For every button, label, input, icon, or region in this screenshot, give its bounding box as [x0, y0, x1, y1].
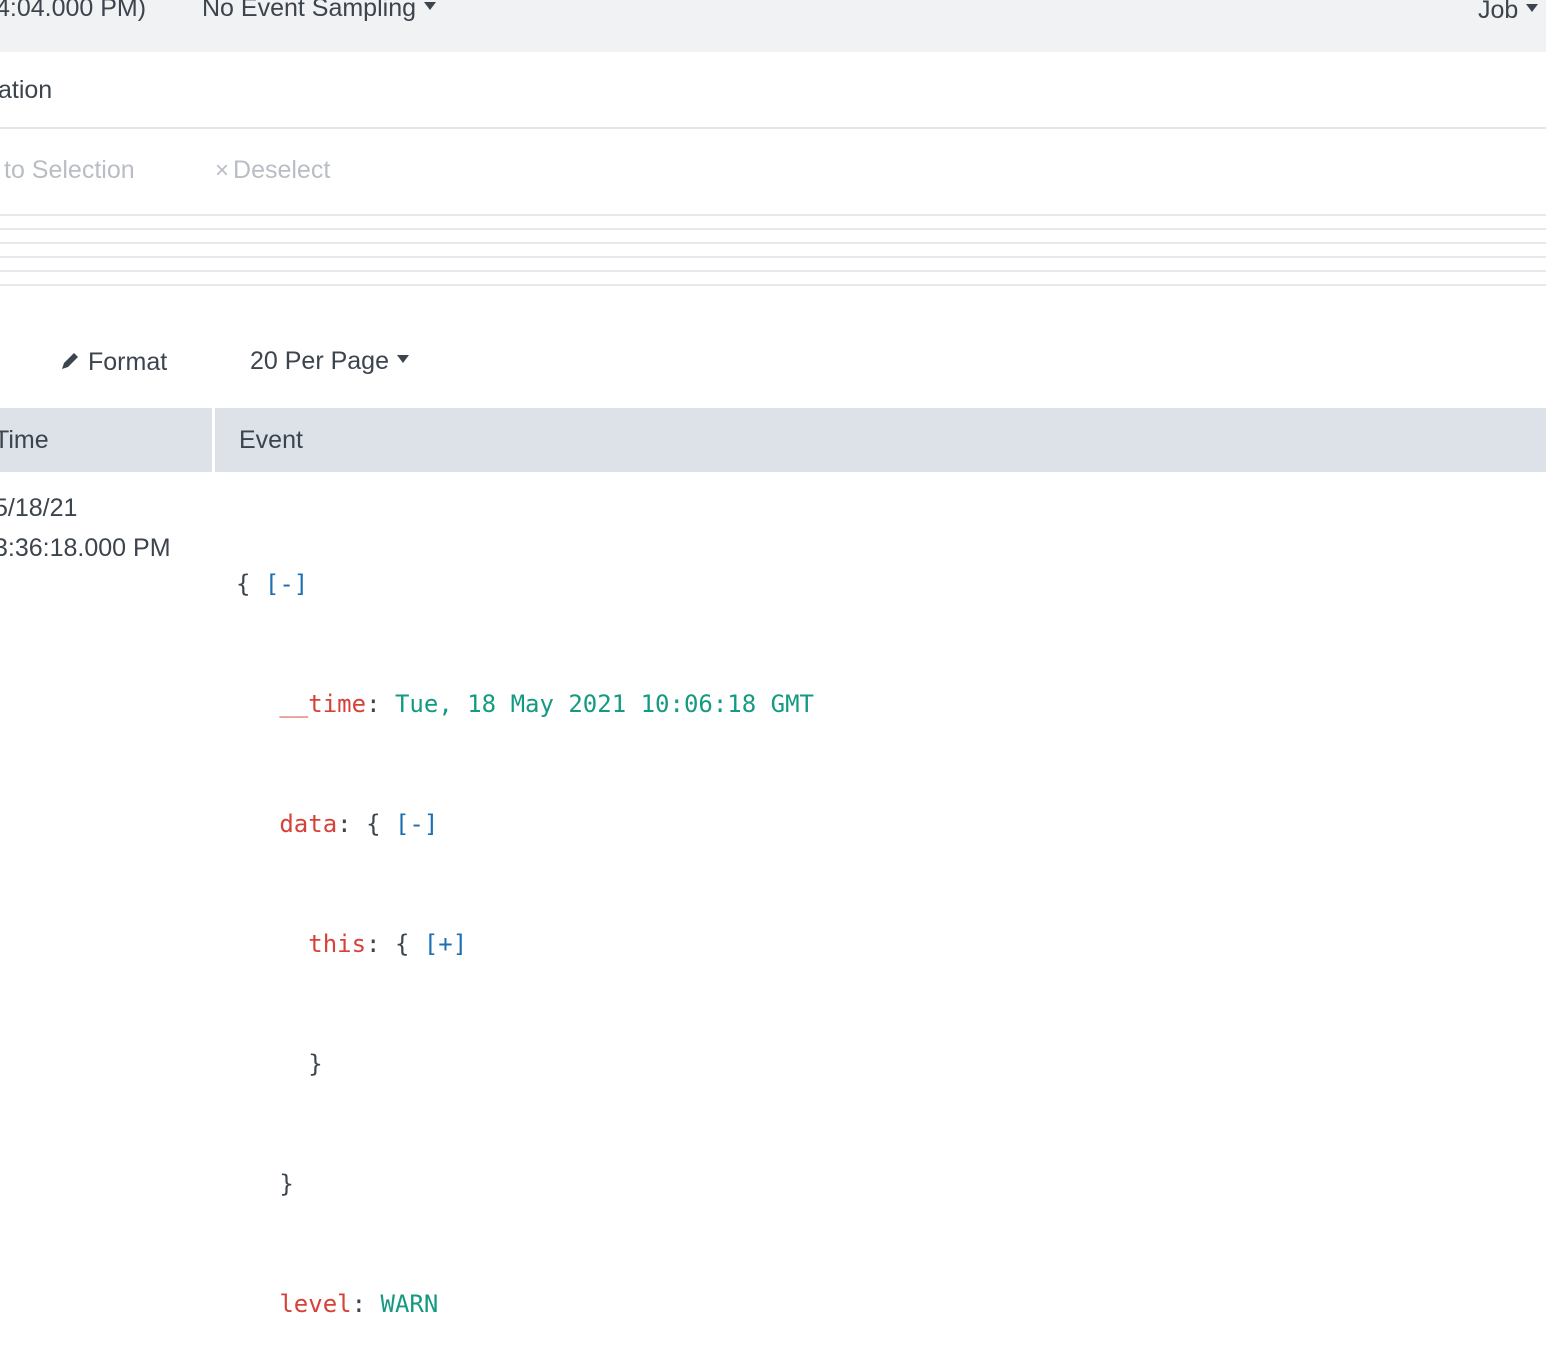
- json-open-brace: {: [236, 570, 251, 598]
- timeline-gridline: [0, 228, 1546, 230]
- timeline-gridline: [0, 242, 1546, 244]
- json-key-this[interactable]: this: [308, 930, 366, 958]
- json-open-brace: {: [394, 930, 410, 958]
- timeline-gridline: [0, 214, 1546, 216]
- timeline-format-row: ation: [0, 52, 1546, 129]
- column-divider[interactable]: [212, 408, 215, 472]
- json-value-time[interactable]: Tue, 18 May 2021 10:06:18 GMT: [395, 690, 814, 718]
- per-page-label: 20 Per Page: [250, 347, 389, 375]
- caret-down-icon: [397, 355, 409, 364]
- json-collapse-toggle[interactable]: [-]: [265, 570, 308, 598]
- json-close-brace: }: [308, 1050, 323, 1078]
- json-key-level[interactable]: level: [279, 1290, 351, 1318]
- job-menu-label: Job: [1478, 0, 1519, 24]
- event-json-viewer: { [-] __time: Tue, 18 May 2021 10:06:18 …: [236, 570, 814, 1318]
- time-date: 5/18/21: [0, 494, 78, 522]
- event-sampling-label: No Event Sampling: [202, 0, 417, 22]
- per-page-dropdown[interactable]: 20 Per Page: [250, 347, 409, 376]
- caret-down-icon: [424, 2, 437, 11]
- json-key-time[interactable]: __time: [279, 690, 366, 718]
- zoom-to-selection-button[interactable]: to Selection: [4, 156, 135, 185]
- timeline-gridline: [0, 270, 1546, 272]
- timeline-selection-actions: to Selection × Deselect: [0, 129, 1546, 215]
- json-close-brace: }: [279, 1170, 294, 1198]
- json-this-expand-toggle[interactable]: [+]: [424, 930, 467, 958]
- pencil-icon: [62, 353, 78, 370]
- event-column-header: Event: [239, 426, 303, 454]
- deselect-button[interactable]: × Deselect: [215, 156, 330, 185]
- json-value-level[interactable]: WARN: [381, 1290, 439, 1318]
- time-clock: 3:36:18.000 PM: [0, 534, 171, 562]
- time-cell: 5/18/21 3:36:18.000 PM: [0, 488, 171, 568]
- job-menu-button[interactable]: Job: [1478, 0, 1539, 25]
- json-data-collapse-toggle[interactable]: [-]: [395, 810, 438, 838]
- format-label: Format: [88, 348, 168, 376]
- caret-down-icon: [1526, 4, 1539, 13]
- timeline-gridline: [0, 284, 1546, 286]
- timeline-gridline: [0, 256, 1546, 258]
- close-icon: ×: [215, 157, 230, 184]
- event-sampling-dropdown[interactable]: No Event Sampling: [202, 0, 437, 23]
- deselect-label: Deselect: [233, 156, 331, 184]
- time-column-header[interactable]: Time: [0, 426, 49, 455]
- format-button[interactable]: Format: [60, 348, 167, 377]
- results-table-header: Time Event: [0, 408, 1546, 472]
- time-range-label: 4:04.000 PM): [0, 0, 147, 22]
- timeline-format-label[interactable]: ation: [0, 76, 52, 105]
- json-open-brace: {: [366, 810, 381, 838]
- json-key-data[interactable]: data: [279, 810, 337, 838]
- search-time-bar: 4:04.000 PM) No Event Sampling Job: [0, 0, 1546, 52]
